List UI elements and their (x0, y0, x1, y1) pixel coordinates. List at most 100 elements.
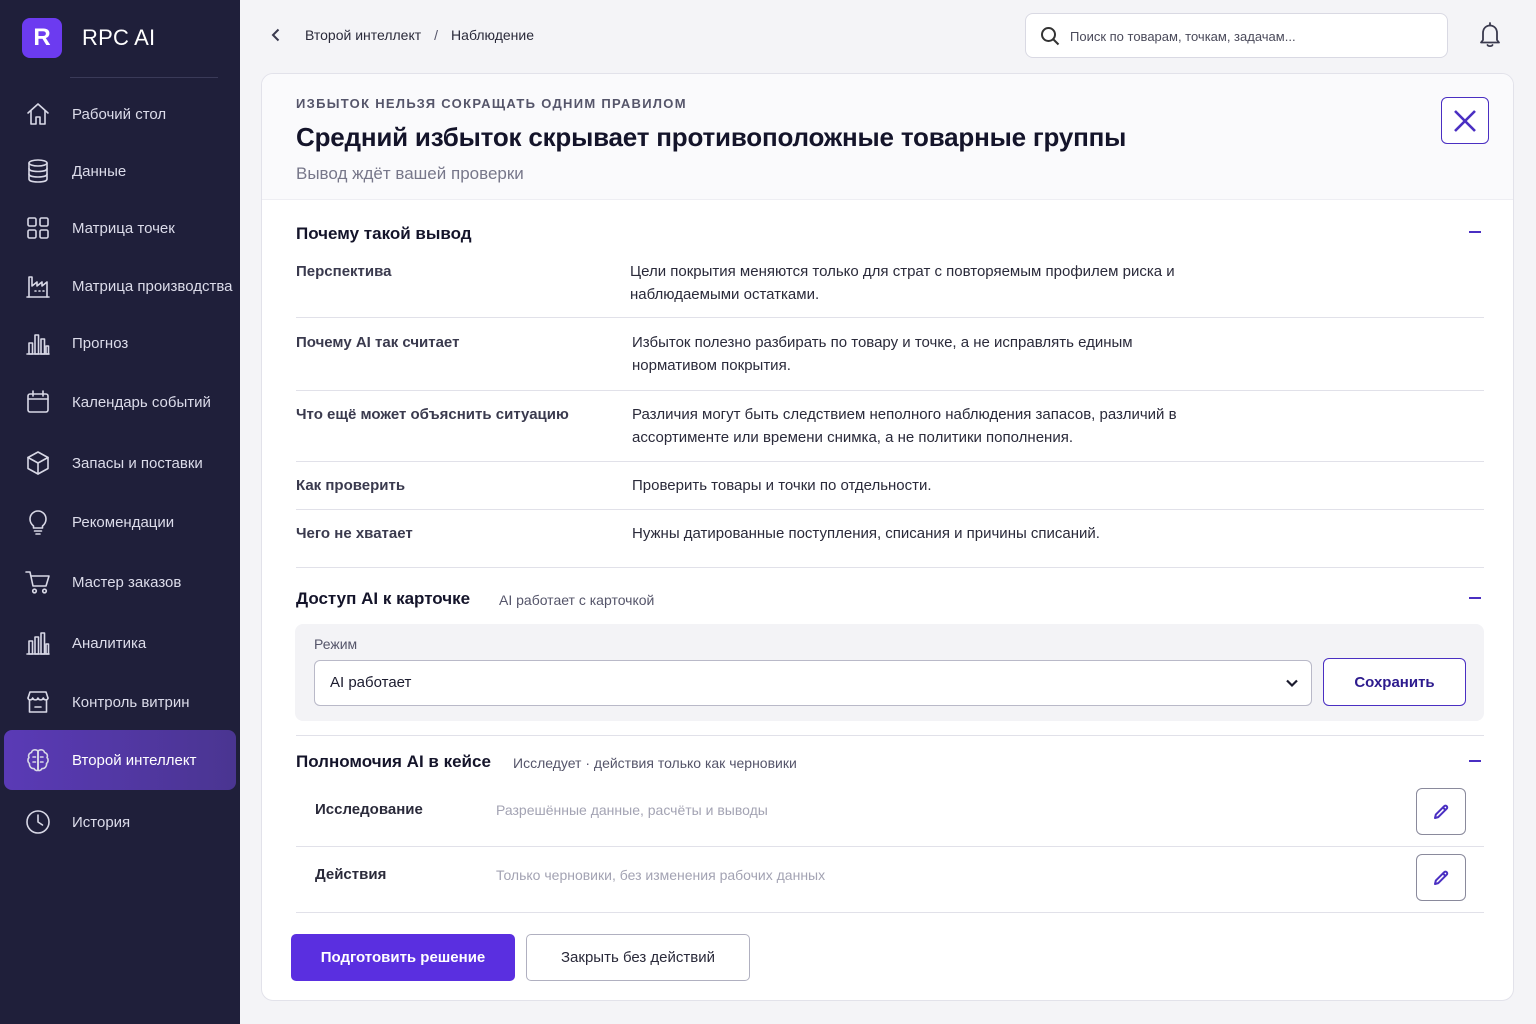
sidebar-item-label: История (72, 813, 131, 831)
sidebar-item-label: Матрица производства (72, 277, 233, 295)
permissions-collapse-button[interactable] (1467, 753, 1483, 769)
save-button[interactable]: Сохранить (1323, 658, 1466, 706)
database-icon (24, 157, 52, 185)
calendar-icon (24, 388, 52, 416)
sidebar-item-points-matrix[interactable]: Матрица точек (0, 199, 240, 257)
permission-row-actions: Действия Только черновики, без изменения… (296, 847, 1484, 913)
sidebar-item-label: Контроль витрин (72, 693, 190, 711)
search-box[interactable] (1025, 13, 1448, 58)
breadcrumb-separator: / (434, 27, 439, 43)
minus-icon (1469, 597, 1481, 599)
sidebar-item-forecast[interactable]: Прогноз (0, 314, 240, 372)
chevron-left-icon (271, 28, 280, 42)
reasoning-row-key: Перспектива (296, 263, 392, 280)
back-button[interactable] (266, 24, 286, 46)
pencil-icon (1434, 870, 1449, 885)
reasoning-row: Что ещё может объяснить ситуацию Различи… (296, 391, 1484, 462)
pencil-icon (1434, 804, 1449, 819)
brand[interactable]: R RPC AI (22, 18, 155, 58)
mode-select-value: AI работает (330, 674, 412, 691)
edit-research-button[interactable] (1416, 788, 1466, 835)
search-input[interactable] (1070, 24, 1430, 48)
reasoning-row-value: Избыток полезно разбирать по товару и то… (632, 334, 1133, 374)
sidebar-item-recommendations[interactable]: Рекомендации (0, 493, 240, 551)
sidebar-item-stock-supply[interactable]: Запасы и поставки (0, 434, 240, 492)
breadcrumb: Второй интеллект / Наблюдение (305, 27, 534, 43)
bar-chart-icon (24, 329, 52, 357)
reasoning-row-value: Различия могут быть следствием неполного… (632, 406, 1177, 446)
sidebar-item-events-calendar[interactable]: Календарь событий (0, 373, 240, 431)
permission-row-key: Действия (315, 866, 387, 883)
sidebar-item-label: Аналитика (72, 634, 147, 652)
access-section-meta: AI работает с карточкой (499, 592, 655, 608)
close-button[interactable] (1441, 97, 1489, 144)
sidebar-item-showcase-control[interactable]: Контроль витрин (0, 673, 240, 731)
prepare-decision-button[interactable]: Подготовить решение (291, 934, 515, 981)
grid-icon (24, 214, 52, 242)
mode-select[interactable]: AI работает (314, 660, 1312, 706)
sidebar-item-dashboard[interactable]: Рабочий стол (0, 85, 240, 143)
permission-row-value: Только черновики, без изменения рабочих … (496, 867, 826, 883)
close-without-action-button[interactable]: Закрыть без действий (526, 934, 750, 981)
sidebar-item-label: Календарь событий (72, 393, 211, 411)
sidebar-item-production-matrix[interactable]: Матрица производства (0, 257, 240, 315)
factory-icon (24, 272, 52, 300)
sidebar-item-label: Прогноз (72, 334, 129, 352)
minus-icon (1469, 231, 1481, 233)
sidebar-item-label: Данные (72, 162, 127, 180)
sidebar-item-label: Запасы и поставки (72, 454, 203, 472)
breadcrumb-item-second-intelligence[interactable]: Второй интеллект (305, 27, 421, 43)
reasoning-row: Как проверить Проверить товары и точки п… (296, 462, 1484, 510)
mode-panel: Режим AI работает Сохранить (295, 624, 1484, 721)
reasoning-row-key: Как проверить (296, 477, 406, 494)
sidebar-item-history[interactable]: История (0, 793, 240, 851)
close-icon (1454, 109, 1476, 132)
sidebar-item-analytics[interactable]: Аналитика (0, 614, 240, 672)
sidebar-item-label: Второй интеллект (72, 751, 197, 769)
bell-icon (1480, 22, 1500, 48)
access-section-title: Доступ AI к карточке (296, 589, 471, 608)
permission-row-value: Разрешённые данные, расчёты и выводы (496, 802, 768, 818)
observation-card: ИЗБЫТОК НЕЛЬЗЯ СОКРАЩАТЬ ОДНИМ ПРАВИЛОМ … (261, 73, 1514, 1001)
brain-icon (24, 746, 52, 774)
reasoning-row-value: Проверить товары и точки по отдельности. (632, 477, 932, 494)
section-divider (296, 567, 1484, 568)
edit-actions-button[interactable] (1416, 854, 1466, 901)
reasoning-section-title: Почему такой вывод (296, 224, 472, 243)
box-icon (24, 449, 52, 477)
brand-logo: R (22, 18, 62, 58)
card-subtitle: Вывод ждёт вашей проверки (296, 164, 524, 183)
clock-icon (24, 808, 52, 836)
search-icon (1039, 25, 1061, 47)
analytics-icon (24, 629, 52, 657)
sidebar-item-data[interactable]: Данные (0, 142, 240, 200)
reasoning-row-key: Чего не хватает (296, 525, 413, 542)
reasoning-row: Чего не хватает Нужны датированные посту… (296, 510, 1484, 566)
card-title: Средний избыток скрывает противоположные… (296, 122, 1127, 152)
card-header: ИЗБЫТОК НЕЛЬЗЯ СОКРАЩАТЬ ОДНИМ ПРАВИЛОМ … (262, 74, 1513, 200)
storefront-icon (24, 688, 52, 716)
minus-icon (1469, 760, 1481, 762)
access-collapse-button[interactable] (1467, 590, 1483, 606)
home-icon (24, 100, 52, 128)
sidebar-item-order-master[interactable]: Мастер заказов (0, 553, 240, 611)
sidebar-item-label: Рабочий стол (72, 105, 167, 123)
reasoning-row: Перспектива Цели покрытия меняются тольк… (296, 262, 1484, 318)
chevron-down-icon (1285, 676, 1299, 690)
reasoning-row: Почему AI так считает Избыток полезно ра… (296, 318, 1484, 391)
reasoning-row-value: Нужны датированные поступления, списания… (632, 525, 1100, 542)
card-eyebrow: ИЗБЫТОК НЕЛЬЗЯ СОКРАЩАТЬ ОДНИМ ПРАВИЛОМ (296, 96, 687, 111)
sidebar-item-label: Мастер заказов (72, 573, 182, 591)
sidebar-item-label: Матрица точек (72, 219, 175, 237)
reasoning-row-key: Что ещё может объяснить ситуацию (296, 406, 569, 423)
notifications-button[interactable] (1477, 21, 1503, 49)
sidebar-item-label: Рекомендации (72, 513, 175, 531)
sidebar-item-second-intelligence[interactable]: Второй интеллект (4, 730, 236, 790)
sidebar: R RPC AI Рабочий стол Данные Матрица точ… (0, 0, 240, 1024)
permission-row-research: Исследование Разрешённые данные, расчёты… (296, 784, 1484, 846)
brand-name: RPC AI (82, 25, 156, 50)
reasoning-collapse-button[interactable] (1467, 224, 1483, 240)
section-divider (296, 735, 1484, 736)
section-divider (296, 912, 1484, 913)
reasoning-row-value: Цели покрытия меняются только для страт … (630, 263, 1175, 303)
